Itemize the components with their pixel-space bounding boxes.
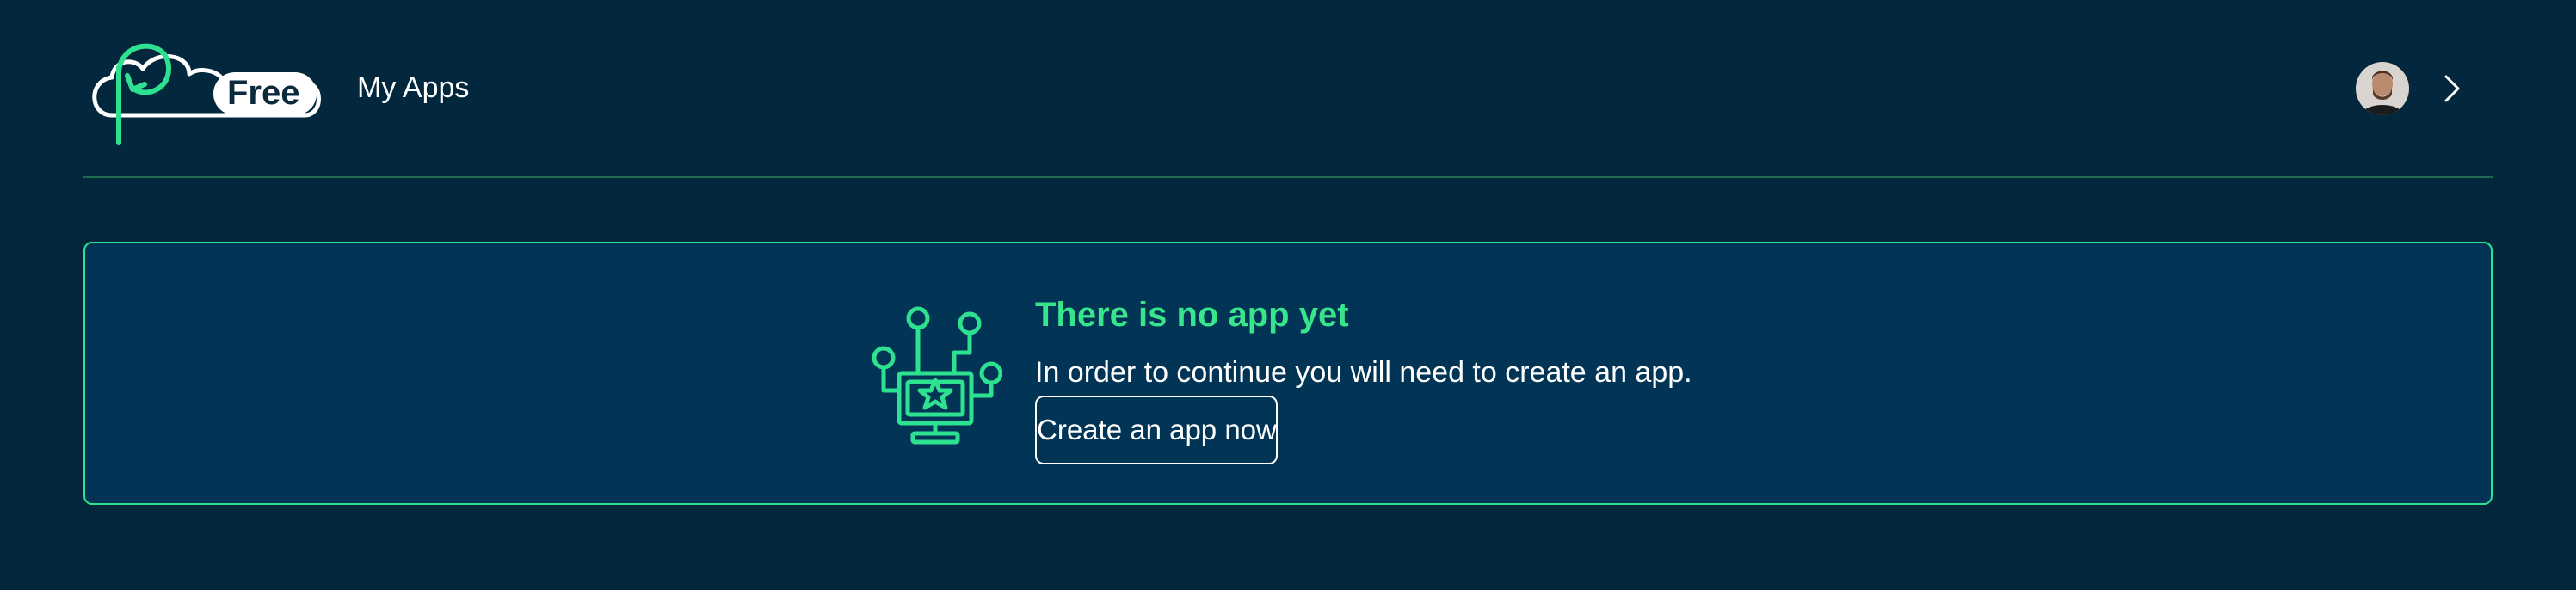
top-bar: Free My Apps [0,0,2576,177]
app-circuit-star-icon [872,306,1002,445]
empty-state-title: There is no app yet [1035,296,1349,334]
avatar-icon [2356,62,2409,115]
empty-state-description: In order to continue you will need to cr… [1035,356,1692,389]
plan-badge: Free [227,74,300,112]
header-divider [83,176,2493,178]
user-avatar[interactable] [2356,62,2409,115]
chevron-right-icon[interactable] [2442,72,2462,105]
create-app-button[interactable]: Create an app now [1035,396,1278,464]
page-title[interactable]: My Apps [357,69,469,107]
